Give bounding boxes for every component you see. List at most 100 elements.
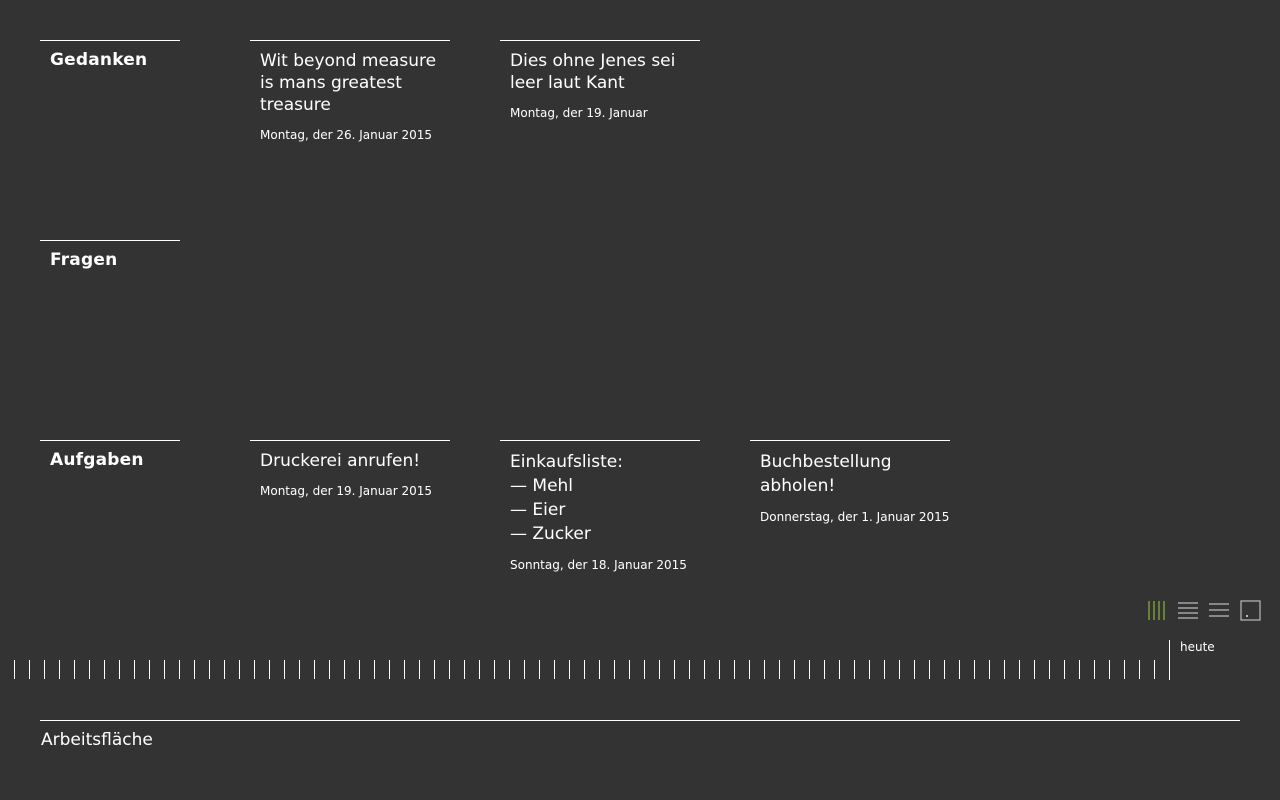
timeline-day-tick[interactable] (809, 660, 810, 679)
timeline-day-tick[interactable] (1004, 660, 1005, 679)
section-gedanken: Gedanken (40, 40, 180, 70)
timeline-day-tick[interactable] (794, 660, 795, 679)
timeline-day-tick[interactable] (629, 660, 630, 679)
timeline-day-tick[interactable] (164, 660, 165, 679)
timeline-day-tick[interactable] (104, 660, 105, 679)
timeline-day-tick[interactable] (899, 660, 900, 679)
task-card[interactable]: Buchbestellung abholen! Donnerstag, der … (750, 440, 950, 524)
timeline-day-tick[interactable] (44, 660, 45, 679)
timeline-day-tick[interactable] (914, 660, 915, 679)
timeline-day-tick[interactable] (599, 660, 600, 679)
timeline-day-tick[interactable] (1139, 660, 1140, 679)
timeline-day-tick[interactable] (959, 660, 960, 679)
timeline-day-tick[interactable] (389, 660, 390, 679)
timeline-day-tick[interactable] (884, 660, 885, 679)
timeline-day-tick[interactable] (554, 660, 555, 679)
timeline-day-tick[interactable] (749, 660, 750, 679)
timeline-day-tick[interactable] (509, 660, 510, 679)
view-canvas-button[interactable] (1240, 600, 1262, 622)
today-label[interactable]: heute (1180, 640, 1215, 654)
timeline-day-tick[interactable] (719, 660, 720, 679)
timeline-day-tick[interactable] (494, 660, 495, 679)
note-date: Montag, der 26. Januar 2015 (260, 128, 432, 142)
timeline-day-tick[interactable] (869, 660, 870, 679)
timeline-day-tick[interactable] (254, 660, 255, 679)
timeline-day-tick[interactable] (584, 660, 585, 679)
timeline-day-tick[interactable] (419, 660, 420, 679)
timeline-day-tick[interactable] (134, 660, 135, 679)
timeline[interactable]: heute (0, 640, 1280, 685)
timeline-day-tick[interactable] (944, 660, 945, 679)
timeline-day-tick[interactable] (659, 660, 660, 679)
timeline-day-tick[interactable] (344, 660, 345, 679)
timeline-day-tick[interactable] (329, 660, 330, 679)
section-title: Fragen (50, 250, 118, 270)
timeline-day-tick[interactable] (14, 660, 15, 679)
timeline-day-tick[interactable] (89, 660, 90, 679)
task-card[interactable]: Einkaufsliste: — Mehl — Eier — Zucker So… (500, 440, 700, 572)
timeline-day-tick[interactable] (689, 660, 690, 679)
task-date: Sonntag, der 18. Januar 2015 (510, 558, 687, 572)
section-title: Gedanken (50, 50, 148, 70)
timeline-day-tick[interactable] (1124, 660, 1125, 679)
timeline-day-tick[interactable] (929, 660, 930, 679)
note-title: Dies ohne Jenes sei leer laut Kant (510, 51, 676, 93)
timeline-day-tick[interactable] (974, 660, 975, 679)
section-fragen: Fragen (40, 240, 180, 270)
timeline-day-tick[interactable] (434, 660, 435, 679)
timeline-day-tick[interactable] (239, 660, 240, 679)
timeline-day-tick[interactable] (119, 660, 120, 679)
timeline-day-tick[interactable] (569, 660, 570, 679)
timeline-day-tick[interactable] (734, 660, 735, 679)
timeline-day-tick[interactable] (149, 660, 150, 679)
view-columns-button[interactable] (1146, 600, 1168, 622)
timeline-day-tick[interactable] (74, 660, 75, 679)
timeline-day-tick[interactable] (1154, 660, 1155, 679)
timeline-day-tick[interactable] (824, 660, 825, 679)
timeline-day-tick[interactable] (209, 660, 210, 679)
timeline-day-tick[interactable] (614, 660, 615, 679)
timeline-day-tick[interactable] (1064, 660, 1065, 679)
timeline-day-tick[interactable] (59, 660, 60, 679)
note-card[interactable]: Wit beyond measure is mans greatest trea… (250, 40, 450, 142)
timeline-day-tick[interactable] (1109, 660, 1110, 679)
workspace-section[interactable]: Arbeitsfläche (40, 720, 1240, 750)
task-card[interactable]: Druckerei anrufen! Montag, der 19. Janua… (250, 440, 450, 498)
timeline-day-tick[interactable] (1079, 660, 1080, 679)
timeline-day-tick[interactable] (674, 660, 675, 679)
timeline-day-tick[interactable] (374, 660, 375, 679)
timeline-day-tick[interactable] (764, 660, 765, 679)
view-rows-button[interactable] (1177, 600, 1199, 622)
timeline-day-tick[interactable] (1019, 660, 1020, 679)
timeline-day-tick[interactable] (1034, 660, 1035, 679)
timeline-day-tick[interactable] (224, 660, 225, 679)
timeline-day-tick[interactable] (1094, 660, 1095, 679)
view-list-button[interactable] (1208, 600, 1230, 622)
timeline-day-tick[interactable] (524, 660, 525, 679)
timeline-day-tick[interactable] (479, 660, 480, 679)
task-title: Einkaufsliste: — Mehl — Eier — Zucker (510, 452, 623, 544)
timeline-day-tick[interactable] (704, 660, 705, 679)
task-date: Donnerstag, der 1. Januar 2015 (760, 510, 950, 524)
timeline-day-tick[interactable] (779, 660, 780, 679)
timeline-day-tick[interactable] (359, 660, 360, 679)
timeline-day-tick[interactable] (989, 660, 990, 679)
timeline-day-tick[interactable] (299, 660, 300, 679)
rows-icon (1178, 602, 1198, 619)
timeline-day-tick[interactable] (194, 660, 195, 679)
timeline-day-tick[interactable] (29, 660, 30, 679)
timeline-day-tick[interactable] (314, 660, 315, 679)
timeline-day-tick[interactable] (839, 660, 840, 679)
timeline-day-tick[interactable] (269, 660, 270, 679)
timeline-day-tick[interactable] (1049, 660, 1050, 679)
timeline-day-tick[interactable] (404, 660, 405, 679)
timeline-day-tick[interactable] (539, 660, 540, 679)
timeline-day-tick[interactable] (284, 660, 285, 679)
timeline-day-tick[interactable] (449, 660, 450, 679)
task-date: Montag, der 19. Januar 2015 (260, 484, 432, 498)
timeline-day-tick[interactable] (464, 660, 465, 679)
timeline-day-tick[interactable] (854, 660, 855, 679)
note-card[interactable]: Dies ohne Jenes sei leer laut Kant Monta… (500, 40, 700, 120)
timeline-day-tick[interactable] (179, 660, 180, 679)
timeline-day-tick[interactable] (644, 660, 645, 679)
